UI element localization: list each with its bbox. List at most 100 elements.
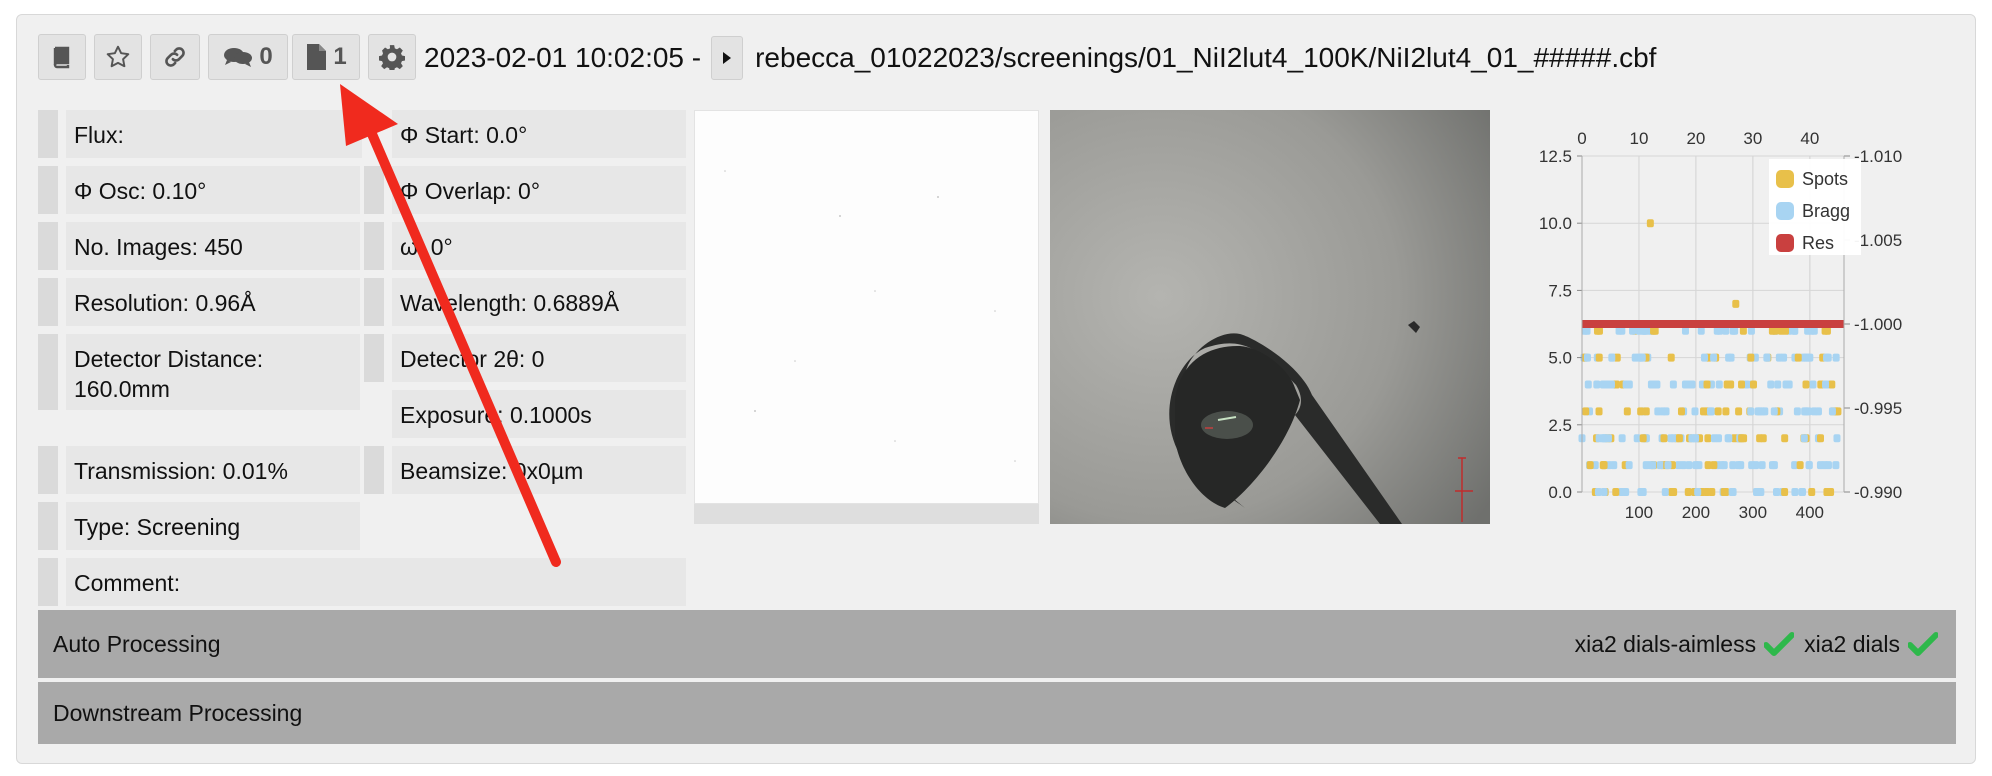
chart-point [1688, 434, 1696, 443]
downstream-processing-label: Downstream Processing [53, 699, 303, 726]
chart-point [1738, 434, 1746, 443]
chart-point [1700, 353, 1708, 362]
chart-point [1631, 353, 1639, 362]
chart-point [1623, 407, 1631, 416]
chart-point [1625, 461, 1633, 470]
star-icon [106, 45, 130, 68]
chart-point [1649, 461, 1657, 470]
chart-point [1774, 380, 1782, 389]
chart-point [1706, 407, 1714, 416]
chart-point [1752, 461, 1760, 470]
chart-legend-swatch [1776, 234, 1794, 252]
diffraction-image-scrollbar[interactable] [694, 504, 1039, 524]
chart-point [1608, 353, 1616, 362]
crystal-snapshot[interactable] [1050, 110, 1490, 524]
chart-point [1732, 299, 1740, 308]
chart-point [1638, 353, 1646, 362]
chart-point [1612, 488, 1620, 496]
chart-point [1685, 461, 1693, 470]
chart-point [1642, 461, 1650, 470]
resolution-field: Resolution: 0.96Å [66, 278, 360, 326]
row-gutter [364, 334, 384, 382]
comment-field[interactable]: Comment: [66, 558, 686, 606]
chart-point [1823, 488, 1831, 496]
chart-point [1720, 461, 1728, 470]
chart-point [1768, 461, 1776, 470]
pipeline-name: xia2 dials [1804, 630, 1900, 657]
phi-osc-field: Φ Osc: 0.10° [66, 166, 360, 214]
chart-point [1794, 353, 1802, 362]
chart-point [1600, 461, 1608, 470]
chart-point [1661, 488, 1669, 496]
chart-point [1817, 434, 1825, 443]
chart-point [1723, 380, 1731, 389]
chart-point [1667, 353, 1675, 362]
attachments-button[interactable]: 1 [292, 34, 360, 80]
chart-x2-tick-label: 10 [1629, 129, 1648, 148]
auto-processing-bar[interactable]: Auto Processing xia2 dials-aimless xia2 … [38, 610, 1956, 678]
chart-legend-swatch [1776, 170, 1794, 188]
chart-point [1622, 380, 1630, 389]
collection-path: rebecca_01022023/screenings/01_NiI2lut4_… [755, 42, 1657, 73]
pipeline-status[interactable]: xia2 dials-aimless [1575, 631, 1795, 658]
diffraction-image[interactable] [694, 110, 1039, 504]
chart-point [1727, 353, 1735, 362]
chart-point [1669, 380, 1677, 389]
chart-point [1662, 407, 1670, 416]
attachments-count: 1 [333, 43, 347, 70]
file-icon [307, 44, 327, 70]
chart-point [1770, 407, 1778, 416]
chart-point [1710, 434, 1718, 443]
chart-point [1756, 434, 1764, 443]
permalink-button[interactable] [150, 34, 200, 80]
success-check-icon [1764, 632, 1795, 656]
detector-2theta-field: Detector 2θ: 0 [392, 334, 686, 382]
chart-x-tick-label: 100 [1625, 503, 1653, 522]
chart-point [1747, 407, 1755, 416]
row-gutter [364, 222, 384, 270]
comments-button[interactable]: 0 [208, 34, 288, 80]
pipeline-status[interactable]: xia2 dials [1804, 631, 1938, 658]
chart-y-tick-label: 12.5 [1539, 147, 1572, 166]
logbook-button[interactable] [38, 34, 86, 80]
chart-y2-tick-label: -1.005 [1854, 231, 1902, 250]
chart-legend: Spots Bragg Res [1769, 159, 1861, 255]
chart-point [1781, 488, 1789, 496]
favourite-button[interactable] [94, 34, 142, 80]
chart-point [1796, 461, 1804, 470]
row-gutter [38, 502, 58, 550]
chart-point [1802, 380, 1810, 389]
chart-y2-tick-label: -0.995 [1854, 399, 1902, 418]
chart-x-tick-label: 200 [1682, 503, 1710, 522]
chart-point [1633, 434, 1641, 443]
chart-point [1586, 461, 1594, 470]
phi-start-field: Φ Start: 0.0° [392, 110, 686, 158]
chart-point [1791, 488, 1799, 496]
chart-point [1761, 407, 1769, 416]
chart-y-tick-label: 10.0 [1539, 214, 1572, 233]
chart-point [1677, 407, 1685, 416]
chart-x-tick-label: 400 [1796, 503, 1824, 522]
chart-point [1603, 380, 1611, 389]
chart-point [1599, 434, 1607, 443]
chart-legend-label: Res [1802, 233, 1834, 253]
collection-heading: 2023-02-01 10:02:05 - rebecca_01022023/s… [424, 36, 1657, 80]
chart-point [1583, 353, 1591, 362]
chart-x-tick-label: 300 [1739, 503, 1767, 522]
chart-point [1734, 461, 1742, 470]
downstream-processing-bar[interactable]: Downstream Processing [38, 682, 1956, 744]
row-gutter [38, 166, 58, 214]
chart-y2-tick-label: -0.990 [1854, 483, 1902, 502]
collection-datetime: 2023-02-01 10:02:05 - [424, 42, 702, 73]
chart-point [1595, 353, 1603, 362]
dc-statistics-chart[interactable]: 12.5 10.0 7.5 5.0 2.5 0.0 100 200 300 400 0 10 20 30 4… [1504, 106, 1904, 536]
chart-point [1832, 353, 1840, 362]
chart-point [1793, 407, 1801, 416]
chart-point [1758, 461, 1766, 470]
chart-point [1722, 407, 1730, 416]
chart-x2-tick-label: 0 [1577, 129, 1586, 148]
expand-path-button[interactable] [711, 36, 744, 80]
settings-button[interactable] [368, 34, 416, 80]
type-field: Type: Screening [66, 502, 360, 550]
chart-point [1738, 380, 1746, 389]
